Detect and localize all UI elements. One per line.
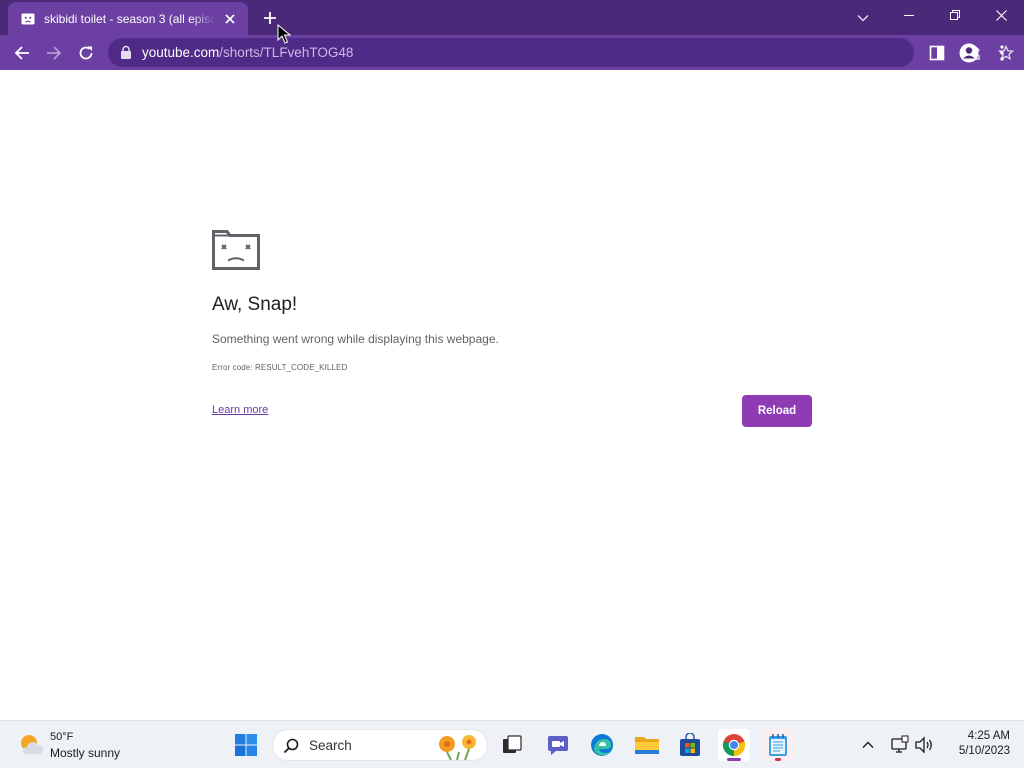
minimize-button[interactable] <box>886 0 932 30</box>
minimize-icon <box>904 15 914 16</box>
sad-folder-icon <box>212 230 260 270</box>
file-explorer-icon <box>635 737 659 754</box>
task-view-icon <box>503 735 522 753</box>
more-menu-button[interactable] <box>987 38 1017 68</box>
store-icon <box>680 733 700 756</box>
weather-widget[interactable]: 50°F Mostly sunny <box>18 729 138 761</box>
more-vert-icon <box>1000 45 1004 61</box>
taskbar: 50°F Mostly sunny Search 4:25 AM 5/10/20… <box>0 720 1024 768</box>
profile-button[interactable] <box>954 38 984 68</box>
network-icon[interactable] <box>890 735 910 755</box>
clock-date: 5/10/2023 <box>958 745 1010 757</box>
chevron-up-icon <box>862 741 874 748</box>
task-view-button[interactable] <box>496 729 528 761</box>
error-code: Error code: RESULT_CODE_KILLED <box>212 363 348 372</box>
partly-sunny-icon <box>21 735 44 754</box>
clock-time: 4:25 AM <box>967 730 1010 742</box>
url-text[interactable]: youtube.com/shorts/TLFvehTOG48 <box>142 45 353 60</box>
search-label: Search <box>309 738 352 753</box>
plus-icon <box>264 12 276 24</box>
store-button[interactable] <box>674 729 706 761</box>
url-path: /shorts/TLFvehTOG48 <box>219 45 354 60</box>
arrow-right-icon <box>47 46 62 60</box>
screen: skibidi toilet - season 3 (all episodes) <box>0 0 1024 768</box>
side-panel-icon <box>929 45 945 61</box>
arrow-left-icon <box>14 46 29 60</box>
edge-button[interactable] <box>586 729 618 761</box>
url-domain: youtube.com <box>142 45 220 60</box>
forward-button[interactable] <box>39 38 69 68</box>
reload-page-button[interactable] <box>71 38 101 68</box>
active-indicator <box>727 758 741 761</box>
show-hidden-icons-button[interactable] <box>858 735 878 755</box>
browser-tab[interactable]: skibidi toilet - season 3 (all episodes) <box>8 2 248 35</box>
running-indicator <box>775 758 781 761</box>
close-icon <box>995 9 1007 21</box>
chat-icon <box>548 736 568 755</box>
chrome-button[interactable] <box>718 729 750 761</box>
lock-icon[interactable] <box>119 45 133 60</box>
mouse-pointer-icon <box>277 24 291 44</box>
tab-title: skibidi toilet - season 3 (all episodes) <box>44 11 216 26</box>
browser-title-bar: skibidi toilet - season 3 (all episodes) <box>0 0 1024 35</box>
taskbar-search[interactable]: Search <box>272 729 488 761</box>
error-heading: Aw, Snap! <box>212 294 298 315</box>
chat-button[interactable] <box>542 729 574 761</box>
restore-button[interactable] <box>932 0 978 30</box>
tab-search-button[interactable] <box>849 4 877 32</box>
file-explorer-button[interactable] <box>631 729 663 761</box>
close-icon <box>225 13 235 24</box>
reload-button[interactable]: Reload <box>742 395 812 427</box>
learn-more-link[interactable]: Learn more <box>212 404 268 416</box>
start-button[interactable] <box>230 729 262 761</box>
notepad-icon <box>769 734 787 756</box>
window-close-button[interactable] <box>978 0 1024 30</box>
notepad-button[interactable] <box>762 729 794 761</box>
chevron-down-icon <box>857 15 869 22</box>
search-highlight-flowers-icon <box>439 735 476 760</box>
back-button[interactable] <box>7 38 37 68</box>
sad-page-icon <box>21 13 35 24</box>
system-clock[interactable]: 4:25 AM 5/10/2023 <box>944 730 1010 757</box>
browser-toolbar: youtube.com/shorts/TLFvehTOG48 <box>0 35 1024 70</box>
page-content: Aw, Snap! Something went wrong while dis… <box>0 70 1024 720</box>
side-panel-button[interactable] <box>922 38 952 68</box>
tab-close-button[interactable] <box>222 11 238 27</box>
profile-icon <box>959 43 979 63</box>
volume-icon[interactable] <box>914 735 934 755</box>
chrome-icon <box>722 734 746 757</box>
reload-icon <box>79 46 93 60</box>
error-message: Something went wrong while displaying th… <box>212 332 499 346</box>
address-bar[interactable]: youtube.com/shorts/TLFvehTOG48 <box>108 38 1014 67</box>
weather-condition: Mostly sunny <box>50 746 121 760</box>
windows-start-icon <box>235 734 257 756</box>
edge-icon <box>591 734 613 756</box>
restore-icon <box>950 10 960 20</box>
search-icon <box>283 738 299 754</box>
weather-temperature: 50°F <box>50 731 74 743</box>
